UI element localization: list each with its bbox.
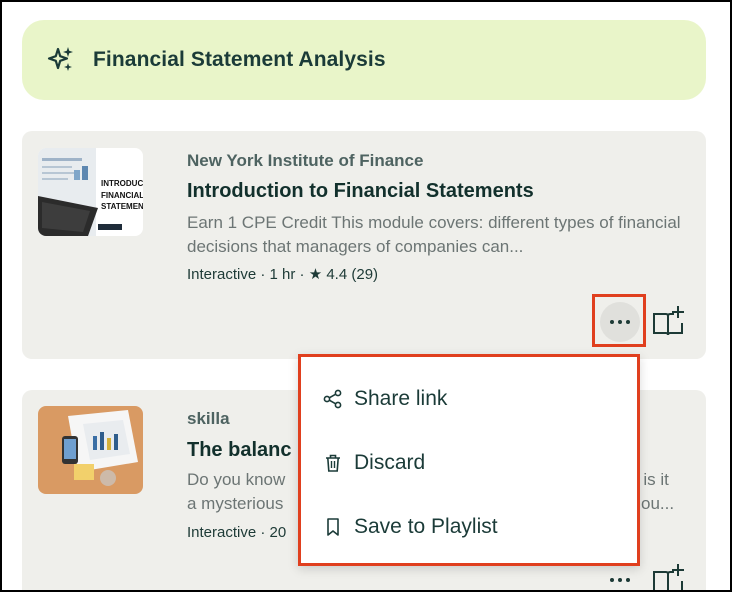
course-provider: New York Institute of Finance	[187, 151, 424, 170]
course-title[interactable]: Introduction to Financial Statements	[187, 180, 534, 203]
course-card[interactable]: INTRODUCTION T FINANCIAL STATEMENTS New …	[22, 131, 706, 359]
topic-banner[interactable]: Financial Statement Analysis	[22, 20, 706, 100]
more-options-menu: Share link Discard Save to Playlist	[298, 354, 640, 566]
course-title[interactable]: The balanc	[187, 439, 291, 462]
add-to-playlist-icon[interactable]	[652, 562, 686, 592]
sparkle-icon	[47, 47, 73, 71]
dot-icon	[618, 578, 622, 582]
description-line-tail: ou...	[641, 494, 675, 513]
share-icon	[323, 389, 342, 409]
dot-icon	[626, 578, 630, 582]
course-format-duration: Interactive · 1 hr ·	[187, 266, 309, 283]
course-meta: Interactive · 1 hr · ★ 4.4 (29)	[187, 265, 378, 283]
screen: Financial Statement Analysis INTRODUCTIO…	[0, 0, 732, 592]
thumbnail-text-line: STATEMENTS	[101, 202, 143, 211]
menu-item-label: Share link	[354, 387, 448, 410]
course-thumbnail: INTRODUCTION T FINANCIAL STATEMENTS	[38, 148, 143, 236]
course-thumbnail	[38, 406, 143, 494]
course-meta: Interactive · 20	[187, 524, 287, 541]
banner-title: Financial Statement Analysis	[93, 48, 386, 71]
description-line: Do you know	[187, 470, 286, 489]
menu-item-share-link[interactable]: Share link	[301, 377, 637, 421]
menu-item-label: Save to Playlist	[354, 515, 498, 538]
thumbnail-text-line: INTRODUCTION T	[101, 179, 143, 188]
menu-item-save-to-playlist[interactable]: Save to Playlist	[301, 505, 637, 549]
course-description: Earn 1 CPE Credit This module covers: di…	[187, 213, 681, 256]
description-line: a mysterious	[187, 494, 284, 513]
menu-item-label: Discard	[354, 451, 426, 474]
course-provider: skilla	[187, 409, 230, 428]
more-options-highlight	[592, 294, 646, 347]
dot-icon	[610, 578, 614, 582]
add-to-playlist-icon[interactable]	[652, 304, 686, 338]
trash-icon	[326, 454, 340, 472]
course-rating: 4.4	[326, 266, 348, 283]
bookmark-icon	[327, 518, 339, 536]
menu-item-discard[interactable]: Discard	[301, 441, 637, 485]
star-icon: ★	[308, 266, 323, 283]
thumbnail-text-line: FINANCIAL	[101, 191, 143, 200]
course-rating-count: (29)	[351, 266, 379, 283]
